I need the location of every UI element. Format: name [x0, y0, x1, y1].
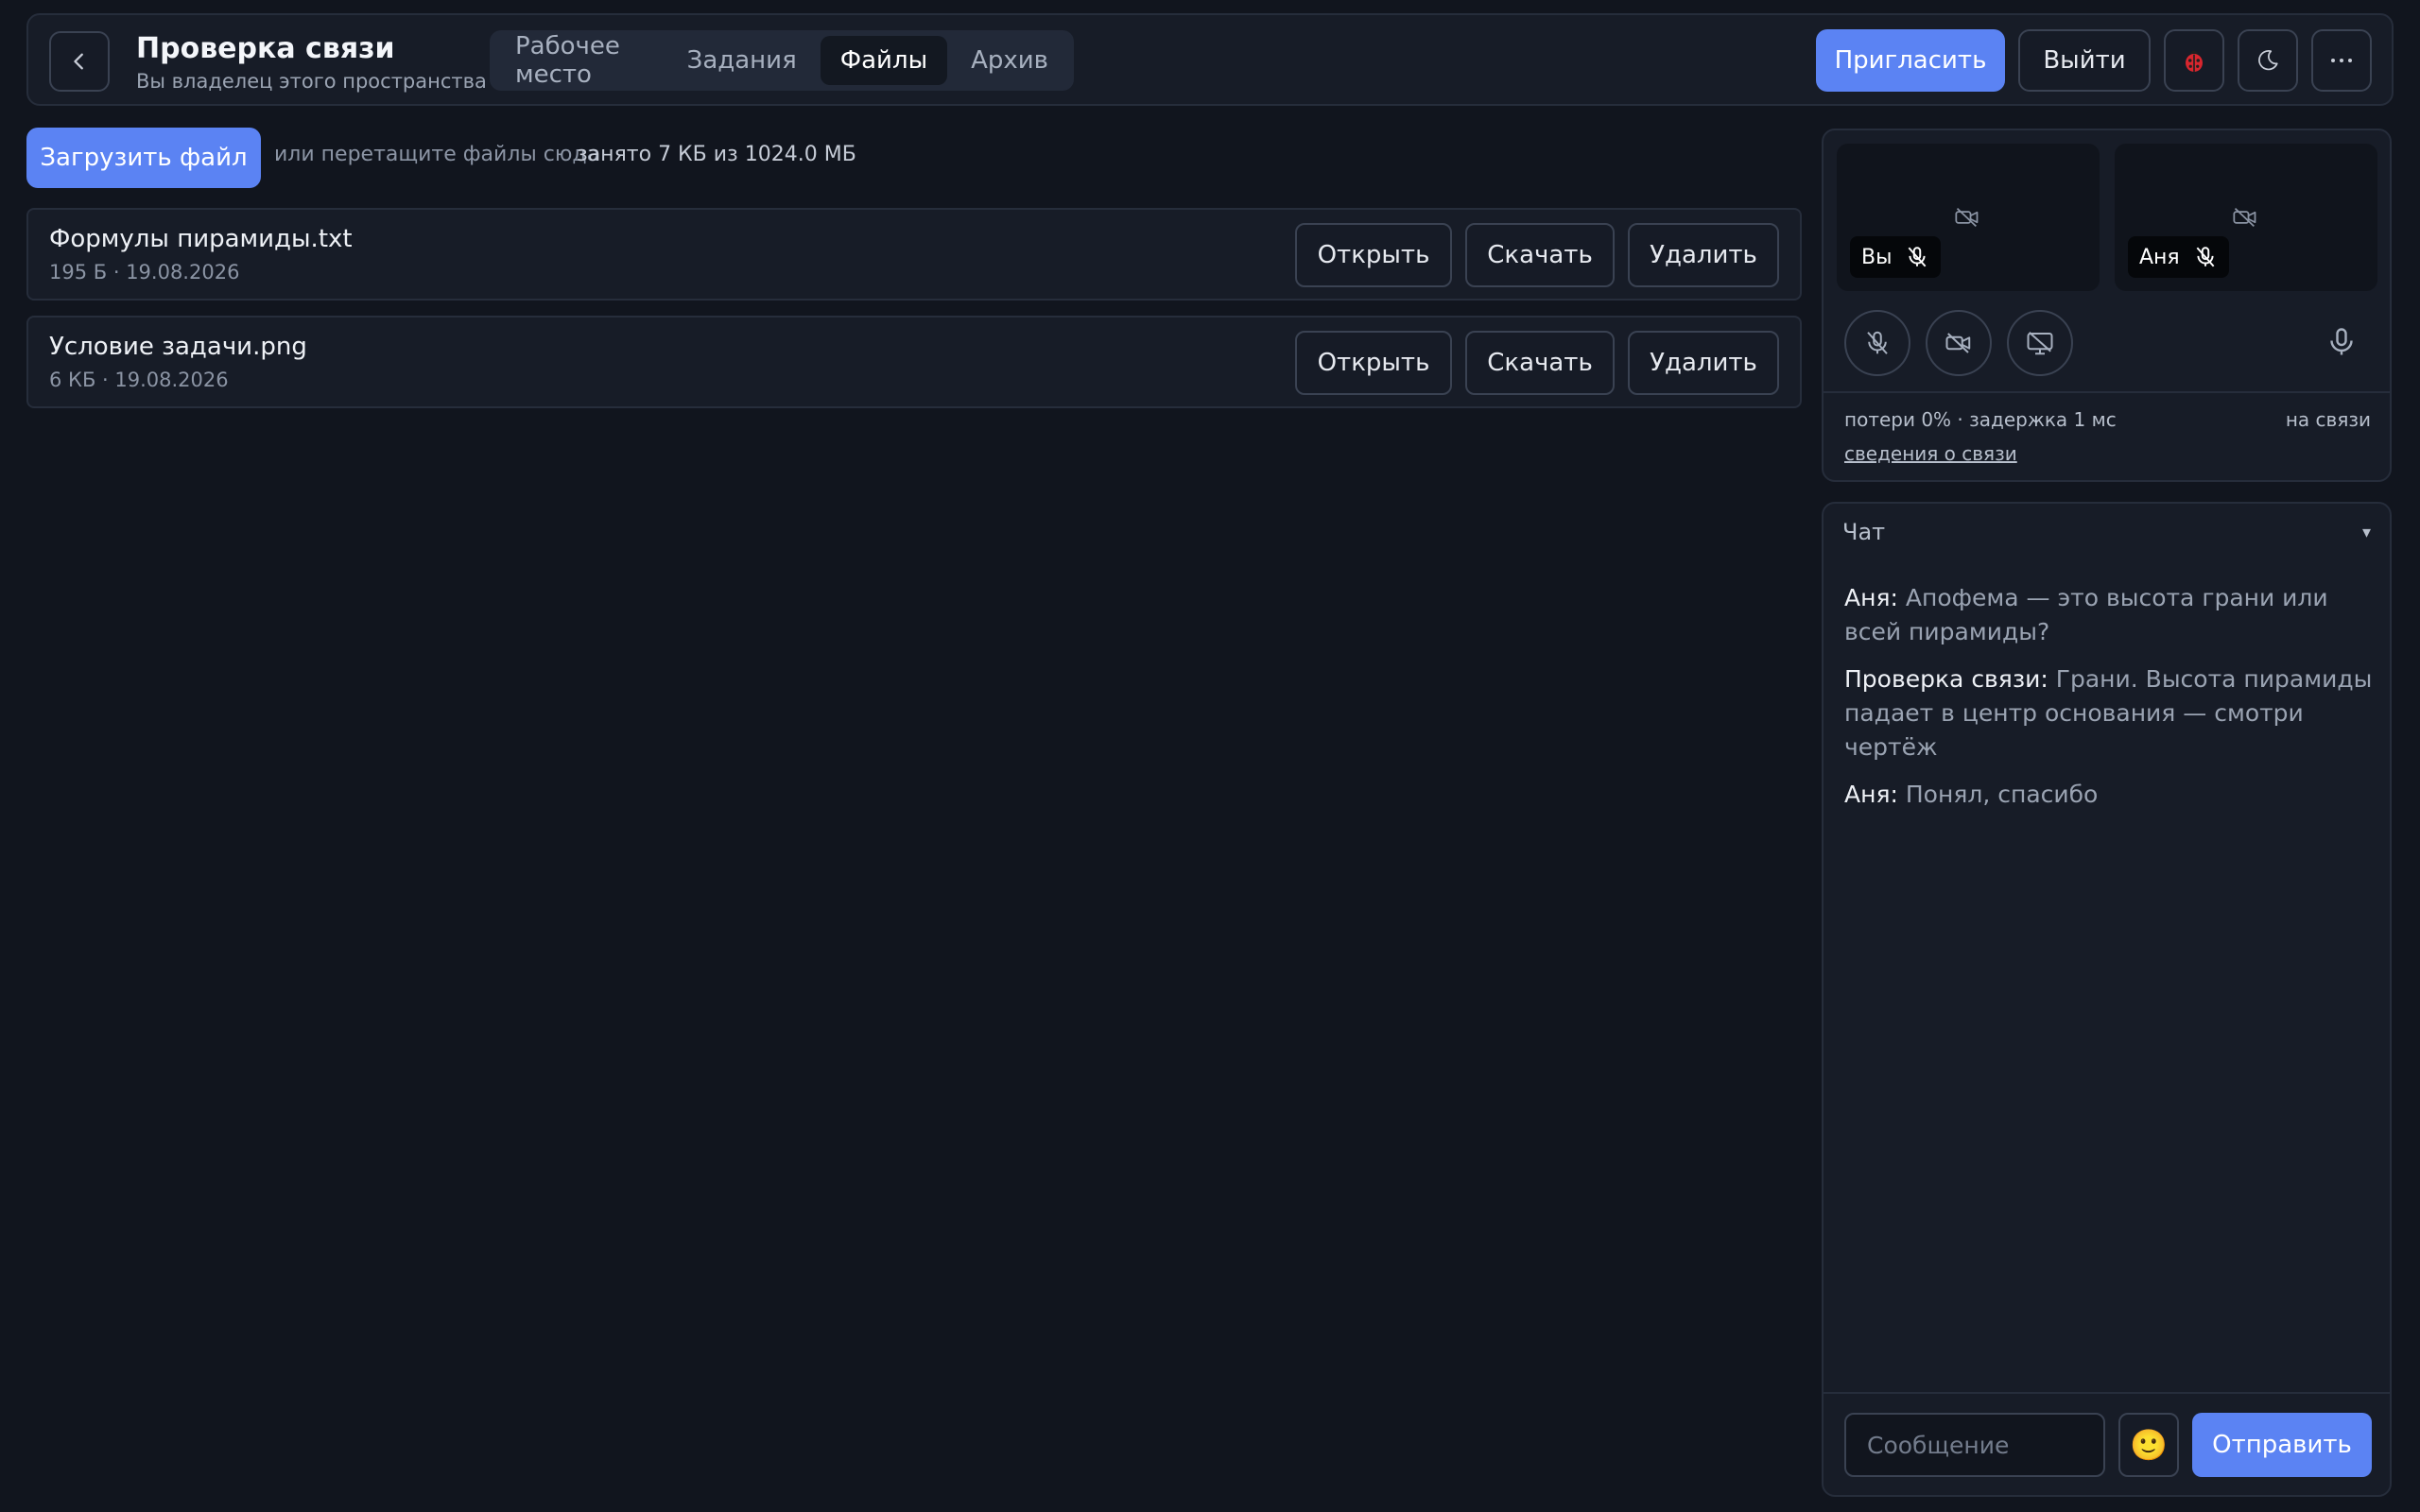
mic-off-icon	[1867, 331, 1888, 354]
message-text: Понял, спасибо	[1905, 781, 2099, 808]
drop-hint: или перетащите файлы сюда	[274, 143, 600, 166]
emoji-button[interactable]: 🙂	[2118, 1413, 2179, 1477]
participant-name: Аня	[2139, 245, 2180, 269]
upload-file-button[interactable]: Загрузить файл	[26, 128, 261, 188]
screen-share-off-icon	[2027, 332, 2053, 355]
camera-off-icon	[1955, 208, 1979, 227]
invite-button[interactable]: Пригласить	[1816, 29, 2005, 92]
back-button[interactable]	[49, 31, 110, 92]
message-author: Проверка связи:	[1844, 665, 2048, 693]
file-row: Условие задачи.png 6 КБ · 19.08.2026 Отк…	[26, 316, 1802, 408]
chat-message: Аня: Понял, спасибо	[1844, 778, 2379, 812]
chat-messages: Аня: Апофема — это высота грани или всей…	[1844, 581, 2379, 825]
file-meta: 6 КБ · 19.08.2026	[49, 369, 229, 391]
connection-status: на связи	[2285, 408, 2371, 431]
theme-toggle-button[interactable]	[2238, 29, 2298, 92]
chat-message: Аня: Апофема — это высота грани или всей…	[1844, 581, 2379, 649]
tab-files[interactable]: Файлы	[820, 36, 948, 85]
camera-off-icon	[1945, 333, 1971, 353]
tab-workspace[interactable]: Рабочее место	[495, 32, 664, 89]
toggle-mic-button[interactable]	[1844, 310, 1910, 376]
video-tile-participant: Аня	[2115, 144, 2377, 291]
chat-message: Проверка связи: Грани. Высота пирамиды п…	[1844, 662, 2379, 765]
delete-file-button[interactable]: Удалить	[1628, 331, 1779, 395]
chevron-left-icon	[74, 53, 83, 70]
file-row: Формулы пирамиды.txt 195 Б · 19.08.2026 …	[26, 208, 1802, 301]
moon-icon	[2258, 50, 2278, 71]
file-name: Условие задачи.png	[49, 333, 307, 361]
message-text: Апофема — это высота грани или всей пира…	[1844, 584, 2328, 645]
open-file-button[interactable]: Открыть	[1295, 331, 1452, 395]
mic-off-icon	[1909, 247, 1927, 267]
more-button[interactable]	[2311, 29, 2372, 92]
connection-stats: потери 0% · задержка 1 мс	[1844, 408, 2117, 431]
title-block: Проверка связи Вы владелец этого простра…	[136, 30, 487, 94]
open-file-button[interactable]: Открыть	[1295, 223, 1452, 287]
chat-collapse-toggle[interactable]: ▾	[2362, 523, 2371, 542]
tab-bar: Рабочее место Задания Файлы Архив	[490, 30, 1074, 91]
bug-report-button[interactable]	[2164, 29, 2224, 92]
delete-file-button[interactable]: Удалить	[1628, 223, 1779, 287]
message-input[interactable]	[1844, 1413, 2105, 1477]
mic-icon[interactable]	[2325, 325, 2359, 359]
toggle-camera-button[interactable]	[1926, 310, 1992, 376]
message-author: Аня:	[1844, 584, 1898, 611]
toggle-screen-share-button[interactable]	[2007, 310, 2073, 376]
download-file-button[interactable]: Скачать	[1465, 223, 1615, 287]
ladybug-icon	[2186, 50, 2203, 72]
participant-name: Вы	[1861, 245, 1893, 269]
mic-off-icon	[2196, 247, 2215, 267]
call-panel: Вы Аня потери 0% · задержка 1 мс на связ…	[1822, 129, 2392, 482]
divider	[1824, 1392, 2390, 1394]
chat-panel: Чат ▾ Аня: Апофема — это высота грани ил…	[1822, 502, 2392, 1497]
top-bar: Проверка связи Вы владелец этого простра…	[26, 13, 2394, 106]
page-subtitle: Вы владелец этого пространства	[136, 70, 487, 93]
connection-details-link[interactable]: сведения о связи	[1844, 442, 2017, 465]
smile-icon: 🙂	[2130, 1427, 2168, 1463]
divider	[1824, 391, 2390, 393]
storage-usage: занято 7 КБ из 1024.0 МБ	[577, 143, 856, 166]
more-horizontal-icon	[2331, 59, 2352, 62]
logout-button[interactable]: Выйти	[2018, 29, 2151, 92]
send-button[interactable]: Отправить	[2192, 1413, 2372, 1477]
participant-label: Аня	[2128, 236, 2229, 278]
tab-archive[interactable]: Архив	[951, 36, 1068, 85]
file-meta: 195 Б · 19.08.2026	[49, 261, 240, 284]
message-author: Аня:	[1844, 781, 1898, 808]
video-tile-self: Вы	[1837, 144, 2100, 291]
file-name: Формулы пирамиды.txt	[49, 225, 353, 253]
download-file-button[interactable]: Скачать	[1465, 331, 1615, 395]
tab-tasks[interactable]: Задания	[667, 36, 817, 85]
participant-label: Вы	[1850, 236, 1942, 278]
chat-title: Чат	[1842, 519, 1886, 545]
camera-off-icon	[2233, 208, 2256, 227]
page-title: Проверка связи	[136, 32, 395, 65]
